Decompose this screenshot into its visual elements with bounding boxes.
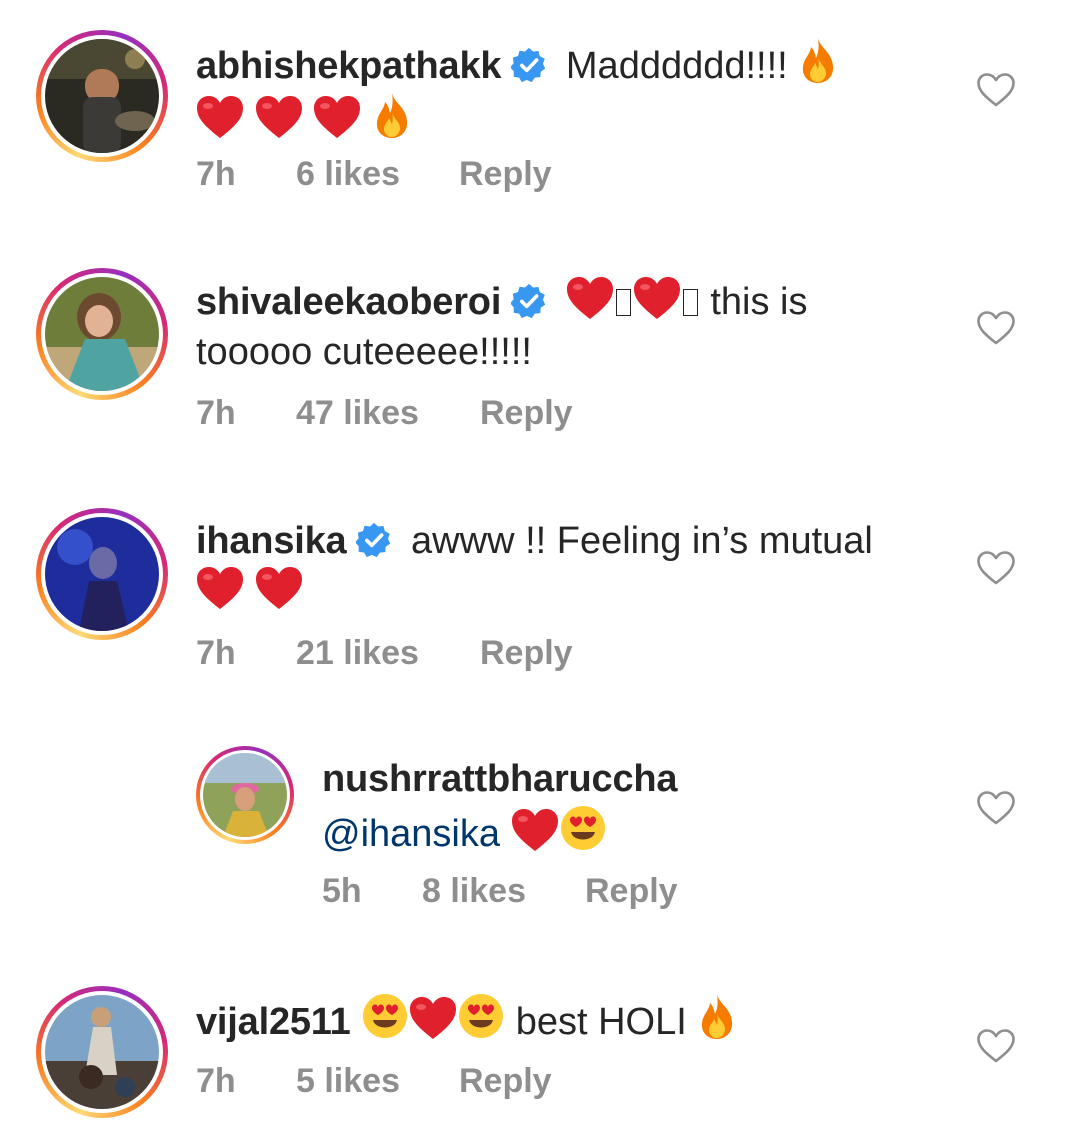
comment-text: best HOLI	[515, 1001, 687, 1043]
comment-text: this is	[710, 281, 808, 323]
comment-likes[interactable]: 8 likes	[422, 872, 585, 911]
comment-text: awww !! Feeling in’s mutual	[411, 520, 873, 562]
comment-vijal2511: vijal2511 best HOLI 7h 5 likes Reply	[0, 960, 1080, 1133]
comment-time: 5h	[322, 872, 362, 910]
comment-time: 7h	[196, 155, 236, 193]
fire-emoji	[372, 91, 412, 139]
fire-emoji	[697, 992, 737, 1040]
heart-outline-icon[interactable]	[976, 310, 1016, 346]
avatar[interactable]	[36, 30, 168, 162]
comment-text: Madddddd!!!!	[565, 45, 788, 87]
heart-outline-icon[interactable]	[976, 790, 1016, 826]
comment-username[interactable]: shivaleekaoberoi	[196, 281, 501, 323]
reply-button[interactable]: Reply	[459, 1062, 552, 1101]
heart-eyes-emoji	[559, 804, 607, 852]
verified-badge-icon	[511, 283, 547, 319]
heart-eyes-emoji	[457, 992, 505, 1040]
red-heart-emoji	[511, 808, 559, 852]
reply-button[interactable]: Reply	[459, 155, 552, 194]
reply-button[interactable]: Reply	[480, 634, 573, 673]
avatar[interactable]	[36, 986, 168, 1118]
comment-username[interactable]: ihansika	[196, 520, 347, 562]
comment-abhishekpathakk: abhishekpathakk Madddddd!!!! 7h 6 likes …	[0, 0, 1080, 230]
comment-shivaleekaoberoi: shivaleekaoberoi this is tooooo cuteeeee…	[0, 240, 1080, 470]
comment-ihansika: ihansika awww !! Feeling in’s mutual 7h …	[0, 480, 1080, 710]
comment-username[interactable]: vijal2511	[196, 1001, 351, 1043]
red-heart-emoji	[255, 566, 303, 610]
mention-link[interactable]: @ihansika	[322, 813, 500, 855]
comment-likes[interactable]: 47 likes	[296, 394, 480, 433]
reply-button[interactable]: Reply	[585, 872, 678, 911]
heart-outline-icon[interactable]	[976, 72, 1016, 108]
red-heart-emoji	[313, 95, 361, 139]
avatar[interactable]	[36, 508, 168, 640]
red-heart-emoji	[255, 95, 303, 139]
missing-glyph-box	[682, 289, 698, 316]
red-heart-emoji	[196, 95, 244, 139]
verified-badge-icon	[511, 47, 547, 83]
red-heart-emoji	[409, 996, 457, 1040]
comment-likes[interactable]: 5 likes	[296, 1062, 459, 1101]
fire-emoji	[798, 36, 838, 84]
comment-username[interactable]: nushrrattbharuccha	[322, 758, 678, 800]
missing-glyph-box	[615, 289, 631, 316]
heart-eyes-emoji	[361, 992, 409, 1040]
verified-badge-icon	[356, 522, 392, 558]
comment-time: 7h	[196, 634, 236, 672]
red-heart-emoji	[566, 276, 614, 320]
red-heart-emoji	[196, 566, 244, 610]
comment-likes[interactable]: 21 likes	[296, 634, 480, 673]
comment-likes[interactable]: 6 likes	[296, 155, 459, 194]
comment-text-line2: tooooo cuteeeee!!!!!	[196, 331, 532, 373]
comment-time: 7h	[196, 1062, 236, 1100]
heart-outline-icon[interactable]	[976, 550, 1016, 586]
comment-username[interactable]: abhishekpathakk	[196, 45, 502, 87]
reply-button[interactable]: Reply	[480, 394, 573, 433]
comment-reply-nushrrattbharuccha: nushrrattbharuccha @ihansika 5h 8 likes …	[0, 720, 1080, 950]
avatar[interactable]	[196, 746, 294, 844]
comment-time: 7h	[196, 394, 236, 432]
red-heart-emoji	[633, 276, 681, 320]
avatar[interactable]	[36, 268, 168, 400]
heart-outline-icon[interactable]	[976, 1028, 1016, 1064]
